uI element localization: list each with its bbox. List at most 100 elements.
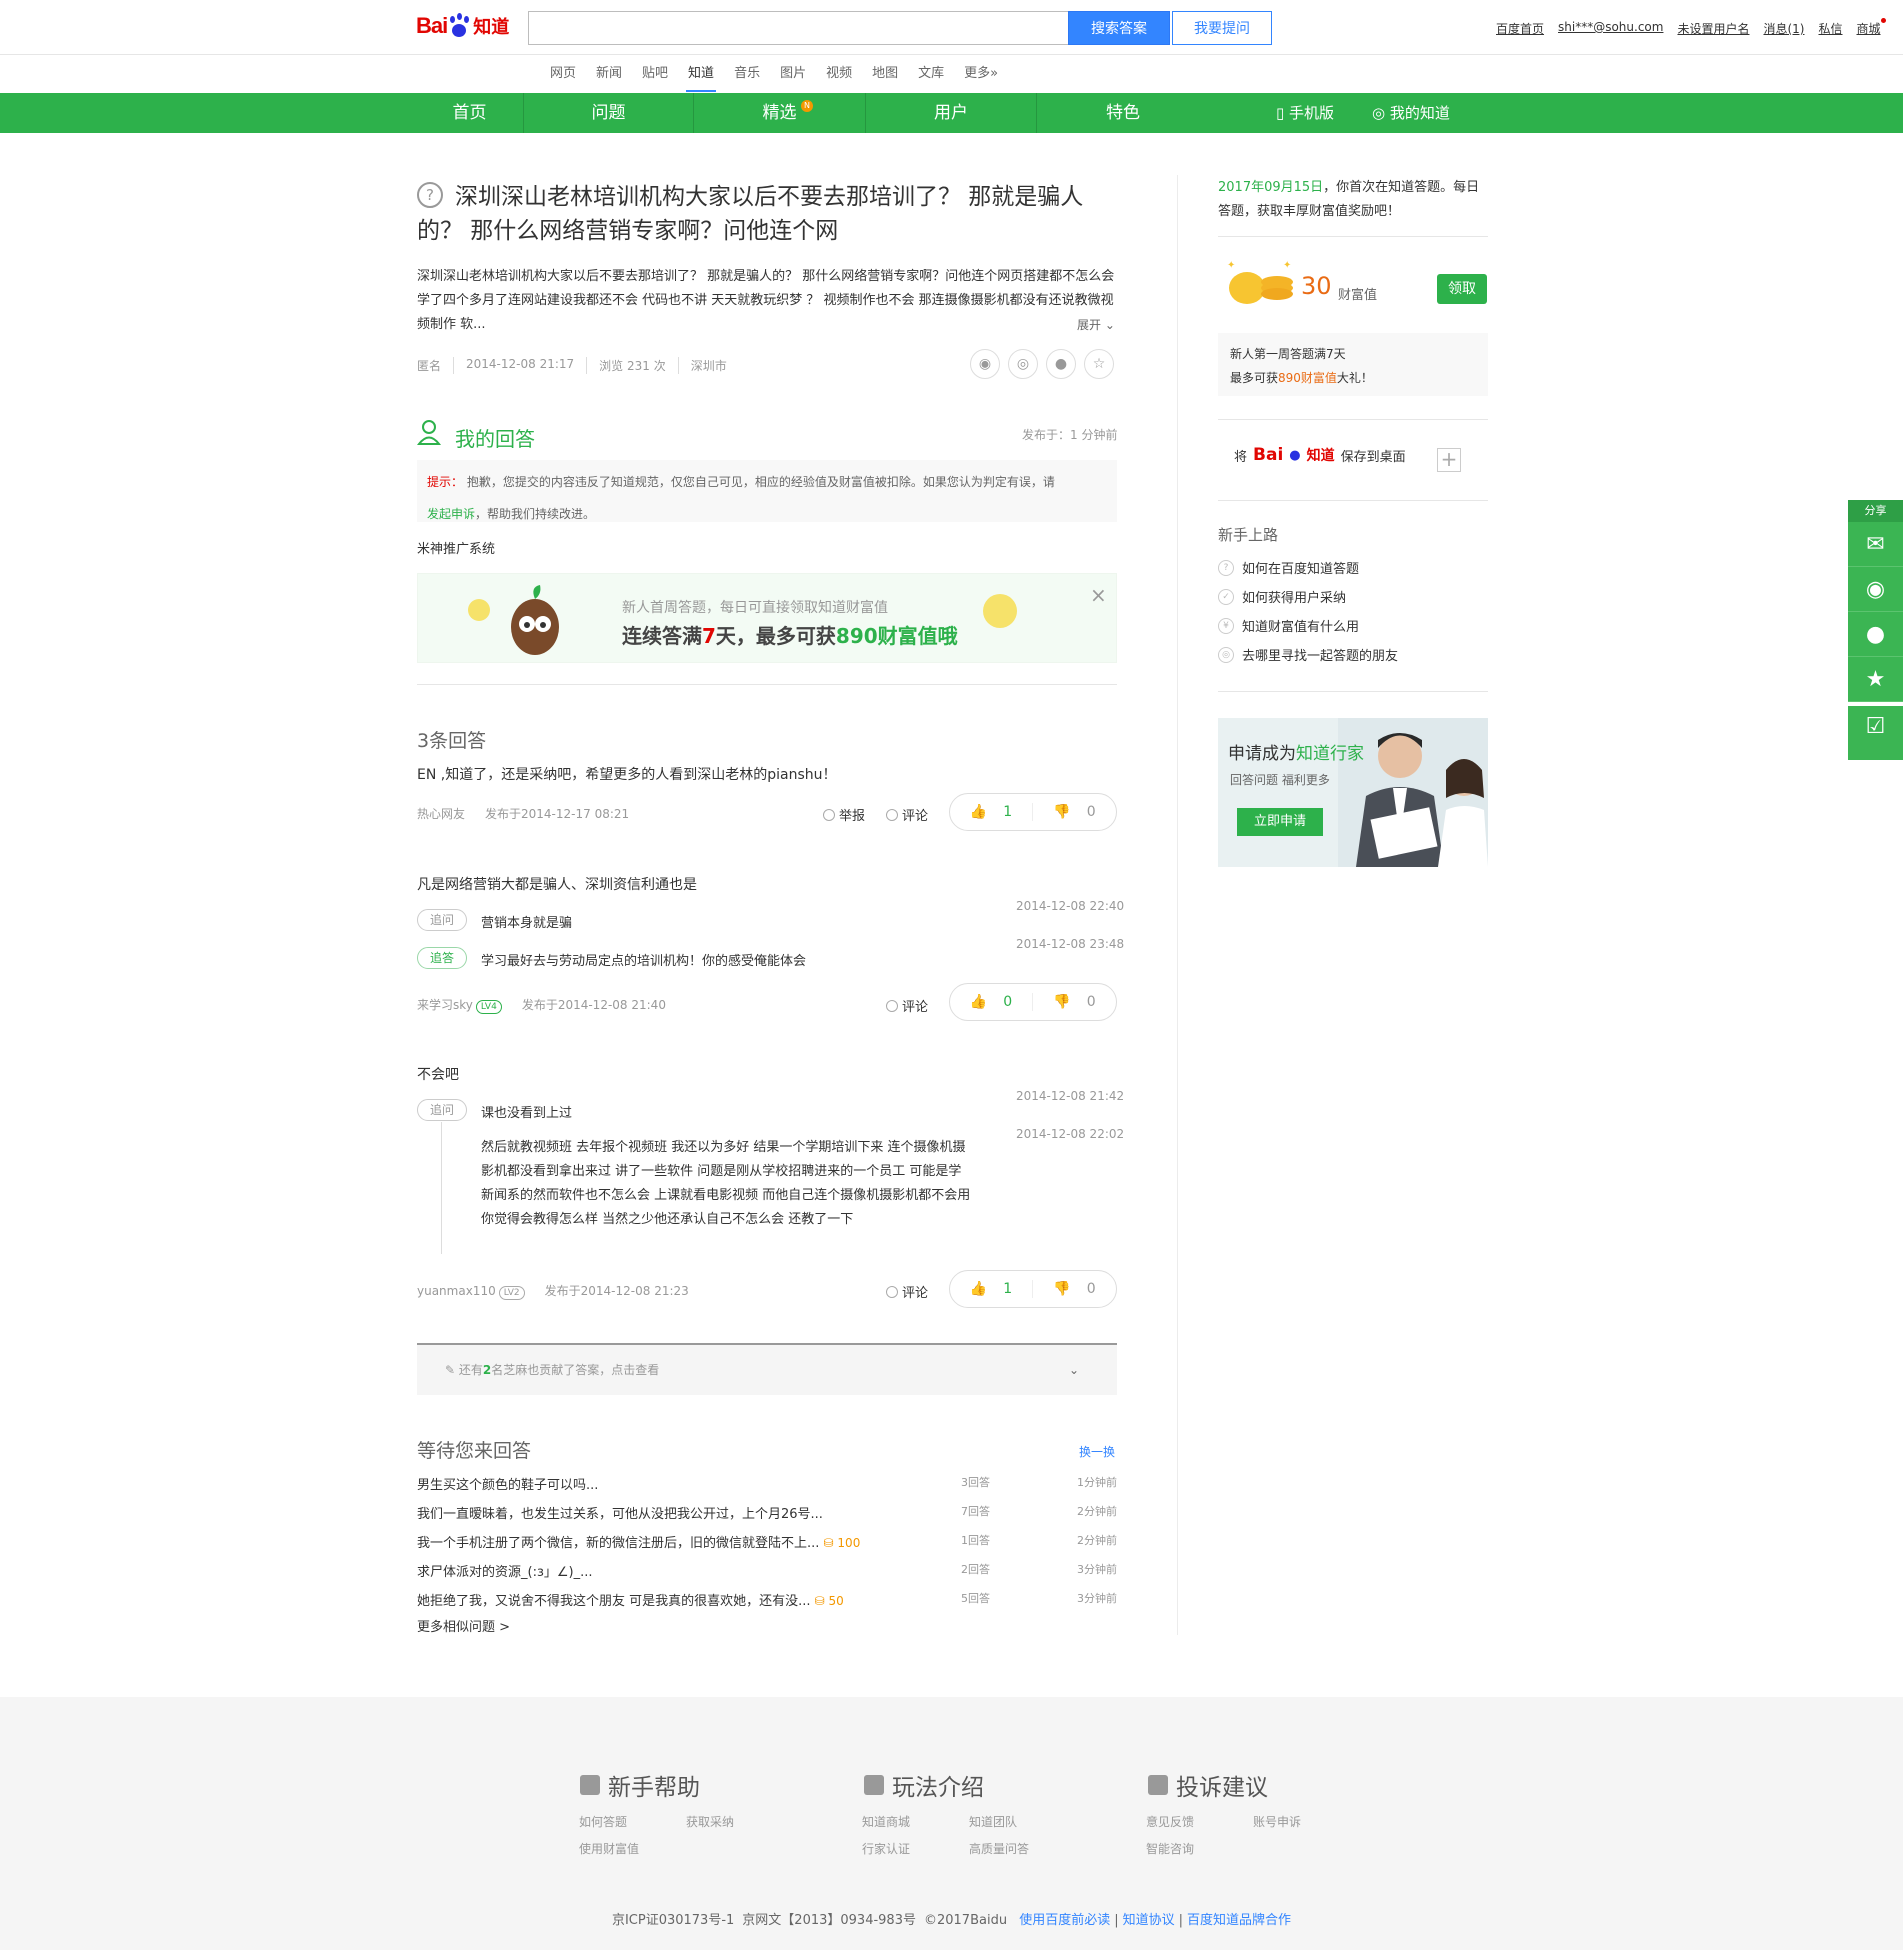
footer-link[interactable]: 获取采纳 (686, 1813, 734, 1830)
waiting-row[interactable]: 男生买这个颜色的鞋子可以吗... 3回答 1分钟前 (417, 1474, 1117, 1493)
refresh-link[interactable]: 换一换 (1079, 1443, 1115, 1460)
private-msg-link[interactable]: 私信 (1818, 20, 1842, 37)
vote-widget: 👍 0 👎 0 (949, 983, 1117, 1021)
waiting-row[interactable]: 求尸体派对的资源_(:з」∠)_... 2回答 3分钟前 (417, 1561, 1117, 1580)
tab-home[interactable]: 首页 (416, 93, 524, 133)
nav-image[interactable]: 图片 (770, 66, 816, 92)
qq-icon[interactable]: ● (1848, 612, 1903, 657)
location-tag[interactable]: 深圳市 (677, 357, 739, 374)
comment-button[interactable]: 评论 (886, 805, 928, 824)
account-link[interactable]: shi***@sohu.com (1558, 20, 1663, 37)
mobile-version-link[interactable]: ▯ 手机版 (1276, 93, 1334, 133)
star-icon[interactable]: ☆ (1084, 349, 1114, 379)
nav-wenku[interactable]: 文库 (908, 66, 954, 92)
followup-text: 学习最好去与劳动局定点的培训机构！你的感受俺能体会 (481, 954, 807, 969)
report-button[interactable]: 举报 (823, 805, 865, 824)
footer-link[interactable]: 行家认证 (862, 1840, 910, 1857)
answer-user[interactable]: 来学习sky (417, 998, 473, 1012)
answer-meta: 热心网友 发布于2014-12-17 08:21 (417, 807, 630, 821)
expert-subtitle: 回答问题 福利更多 (1230, 773, 1330, 787)
coin-icon: ⛁ (814, 1594, 829, 1608)
waiting-row[interactable]: 她拒绝了我，又说舍不得我这个朋友 可是我真的很喜欢她，还有没... ⛁ 50 5回… (417, 1590, 1117, 1609)
beginner-item[interactable]: ◎ 去哪里寻找一起答题的朋友 (1218, 645, 1398, 664)
close-icon[interactable]: × (1090, 583, 1107, 607)
upvote-button[interactable]: 👍 1 (950, 803, 1033, 821)
expand-link[interactable]: 展开 ⌄ (1077, 316, 1115, 333)
baidu-zhidao-logo[interactable]: Bai 知道 (416, 8, 520, 44)
weibo-icon[interactable]: ◎ (1008, 349, 1038, 379)
upvote-button[interactable]: 👍 1 (950, 1280, 1033, 1298)
search-answer-button[interactable]: 搜索答案 (1068, 11, 1170, 45)
footer-link[interactable]: 如何答题 (579, 1813, 627, 1830)
footer-legal-link[interactable]: 知道协议 (1123, 1913, 1175, 1928)
claim-button[interactable]: 领取 (1437, 274, 1487, 304)
downvote-button[interactable]: 👎 0 (1033, 804, 1116, 820)
upvote-button[interactable]: 👍 0 (950, 993, 1033, 1011)
apply-now-button[interactable]: 立即申请 (1237, 808, 1323, 836)
wechat-icon[interactable]: ✉ (1848, 522, 1903, 567)
followup-text: 然后就教视频班 去年报个视频班 我还以为多好 结果一个学期培训下来 连个摄像机摄… (481, 1140, 971, 1227)
tab-questions[interactable]: 问题 (524, 93, 694, 133)
user-outline-icon (417, 420, 441, 445)
footer-link[interactable]: 意见反馈 (1146, 1813, 1194, 1830)
qq-icon[interactable]: ● (1046, 349, 1076, 379)
weibo-icon[interactable]: ◉ (1848, 567, 1903, 612)
waiting-title: 等待您来回答 (417, 1440, 532, 1462)
messages-link[interactable]: 消息(1) (1763, 20, 1804, 37)
appeal-link[interactable]: 发起申诉 (427, 507, 475, 521)
nav-tieba[interactable]: 贴吧 (632, 66, 678, 92)
comment-button[interactable]: 评论 (886, 996, 928, 1015)
beginner-item[interactable]: ✓ 如何获得用户采纳 (1218, 587, 1346, 606)
more-answers-bar[interactable]: ✎ 还有2名芝麻也贡献了答案，点击查看 ⌄ (417, 1343, 1117, 1395)
tab-featured[interactable]: 精选 N (694, 93, 866, 133)
people-icon (864, 1775, 884, 1795)
search-input[interactable] (528, 11, 1068, 45)
divider (1218, 419, 1488, 420)
waiting-row[interactable]: 我一个手机注册了两个微信，新的微信注册后，旧的微信就登陆不上... ⛁ 100 1… (417, 1532, 1117, 1551)
nav-news[interactable]: 新闻 (586, 66, 632, 92)
footer-link[interactable]: 账号申诉 (1253, 1813, 1301, 1830)
username-link[interactable]: 未设置用户名 (1677, 20, 1749, 37)
friend-icon: ◎ (1218, 646, 1234, 663)
nav-map[interactable]: 地图 (862, 66, 908, 92)
beginner-item[interactable]: ? 如何在百度知道答题 (1218, 558, 1359, 577)
tab-special[interactable]: 特色 (1037, 93, 1209, 133)
footer-legal-link[interactable]: 百度知道品牌合作 (1187, 1913, 1291, 1928)
wechat-icon[interactable]: ◉ (970, 349, 1000, 379)
clipboard-check-icon[interactable]: ☑ (1848, 702, 1903, 747)
my-zhidao-link[interactable]: ◎ 我的知道 (1372, 93, 1450, 133)
footer-link[interactable]: 智能咨询 (1146, 1840, 1194, 1857)
tab-users[interactable]: 用户 (866, 93, 1037, 133)
save-to-desktop[interactable]: 将 Bai ● 知道 保存到桌面 (1234, 445, 1406, 465)
level-badge: LV4 (475, 1000, 502, 1014)
promo-line2: 连续答满7天，最多可获890财富值哦 (622, 624, 958, 648)
star-icon[interactable]: ★ (1848, 657, 1903, 702)
answer-user[interactable]: yuanmax110 (417, 1284, 496, 1298)
followup-ask-tag: 追问 (417, 1099, 467, 1121)
comment-button[interactable]: 评论 (886, 1282, 928, 1301)
footer-legal-link[interactable]: 使用百度前必读 (1019, 1913, 1110, 1928)
thumbs-down-icon: 👎 (1053, 1281, 1071, 1297)
nav-music[interactable]: 音乐 (724, 66, 770, 92)
answer-user[interactable]: 热心网友 (417, 807, 465, 821)
footer-link[interactable]: 高质量问答 (969, 1840, 1029, 1857)
phone-icon: ▯ (1276, 104, 1290, 122)
nav-web[interactable]: 网页 (540, 66, 586, 92)
nav-more[interactable]: 更多» (954, 66, 1008, 92)
beginner-item[interactable]: ¥ 知道财富值有什么用 (1218, 616, 1359, 635)
waiting-row[interactable]: 我们一直暧昧着，也发生过关系，可他从没把我公开过，上个月26号... 7回答 2分钟… (417, 1503, 1117, 1522)
more-similar-link[interactable]: 更多相似问题 > (417, 1616, 510, 1635)
downvote-button[interactable]: 👎 0 (1033, 1281, 1116, 1297)
paw-icon (448, 13, 470, 39)
nav-video[interactable]: 视频 (816, 66, 862, 92)
plus-icon[interactable]: + (1437, 448, 1461, 472)
ask-question-button[interactable]: 我要提问 (1172, 11, 1272, 45)
footer-link[interactable]: 知道商城 (862, 1813, 910, 1830)
mall-link[interactable]: 商城 (1857, 18, 1886, 37)
downvote-button[interactable]: 👎 0 (1033, 994, 1116, 1010)
baidu-home-link[interactable]: 百度首页 (1496, 20, 1544, 37)
nav-zhidao[interactable]: 知道 (678, 66, 724, 92)
divider (1218, 500, 1488, 501)
footer-link[interactable]: 使用财富值 (579, 1840, 639, 1857)
footer-link[interactable]: 知道团队 (969, 1813, 1017, 1830)
